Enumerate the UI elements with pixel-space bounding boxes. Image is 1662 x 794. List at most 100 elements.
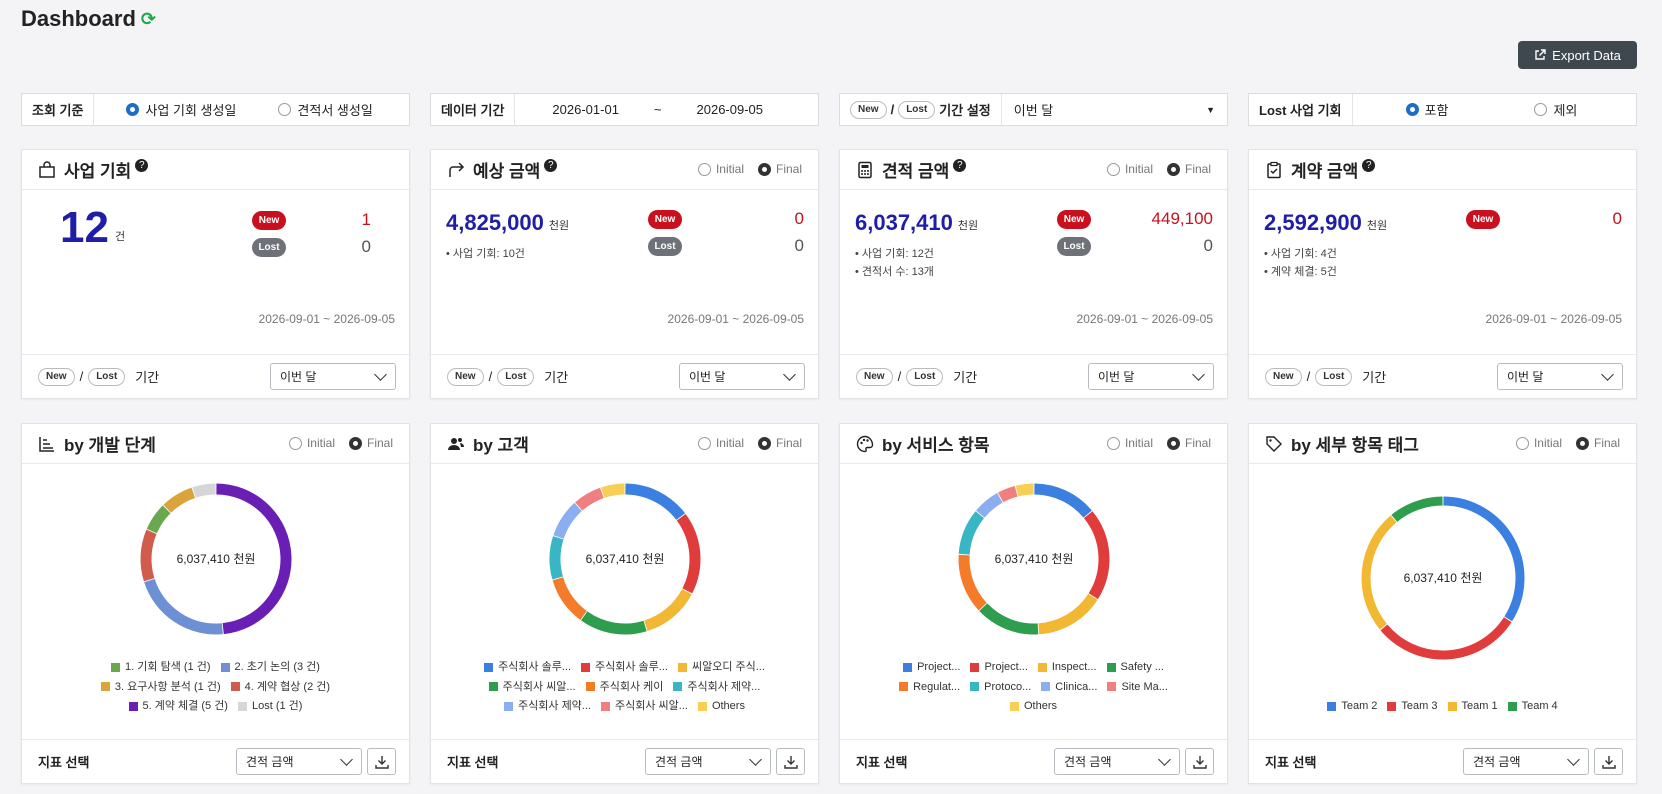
metric-select[interactable]: 견적 금액	[1463, 748, 1589, 775]
legend-item[interactable]: 주식회사 제약...	[504, 697, 591, 715]
initial-radio[interactable]: Initial	[1106, 162, 1153, 176]
final-radio[interactable]: Final	[757, 162, 802, 176]
metric-select[interactable]: 견적 금액	[645, 748, 771, 775]
download-button[interactable]	[776, 748, 805, 775]
period-select[interactable]: 이번 달	[270, 363, 396, 390]
export-data-button[interactable]: Export Data	[1518, 41, 1637, 69]
download-button[interactable]	[1185, 748, 1214, 775]
period-select[interactable]: 이번 달	[679, 363, 805, 390]
legend-item[interactable]: Team 4	[1507, 697, 1558, 715]
metric-select[interactable]: 견적 금액	[236, 748, 362, 775]
legend-item[interactable]: Others	[1009, 697, 1057, 715]
donut-slice[interactable]	[163, 487, 196, 513]
legend-item[interactable]: 주식회사 씨알...	[488, 678, 576, 696]
final-radio[interactable]: Final	[1166, 162, 1211, 176]
donut-slice[interactable]	[1083, 511, 1110, 600]
initial-radio[interactable]: Initial	[1106, 436, 1153, 450]
legend-item[interactable]: Regulat...	[899, 678, 960, 696]
donut-slice[interactable]	[1015, 483, 1034, 497]
help-icon[interactable]: ?	[544, 159, 558, 172]
legend-item[interactable]: Project...	[970, 658, 1028, 676]
donut-slice[interactable]	[140, 529, 157, 582]
period-start-input[interactable]: 2026-01-01	[552, 102, 619, 117]
final-radio[interactable]: Final	[1166, 436, 1211, 450]
help-icon[interactable]: ?	[953, 159, 967, 172]
initial-radio[interactable]: Initial	[697, 162, 744, 176]
criteria-radio-opportunity[interactable]: 사업 기회 생성일	[126, 100, 236, 119]
legend-item[interactable]: 4. 계약 협상 (2 건)	[230, 678, 330, 696]
donut-slice[interactable]	[549, 536, 564, 580]
legend-item[interactable]: Team 3	[1387, 697, 1438, 715]
help-icon[interactable]: ?	[135, 159, 149, 172]
metric-select[interactable]: 견적 금액	[1054, 748, 1180, 775]
donut-slice[interactable]	[553, 502, 582, 539]
donut-slice[interactable]	[1361, 515, 1397, 630]
period-end-input[interactable]: 2026-09-05	[697, 102, 764, 117]
legend-item[interactable]: Clinica...	[1041, 678, 1097, 696]
legend-item[interactable]: Protoco...	[970, 678, 1031, 696]
legend-item[interactable]: Lost (1 건)	[237, 697, 302, 715]
chart-card-dev-stage: by 개발 단계 Initial Final 6,037,410 천원 1. 기…	[21, 423, 410, 784]
donut-slice[interactable]	[580, 611, 647, 635]
final-radio[interactable]: Final	[1575, 436, 1620, 450]
donut-slice[interactable]	[976, 493, 1003, 518]
legend-item[interactable]: 주식회사 씨알...	[600, 697, 688, 715]
initial-radio[interactable]: Initial	[288, 436, 335, 450]
donut-slice[interactable]	[552, 577, 587, 620]
final-radio[interactable]: Final	[757, 436, 802, 450]
kpi-unit: 천원	[957, 220, 979, 232]
legend-item[interactable]: 2. 초기 논의 (3 건)	[220, 658, 320, 676]
donut-slice[interactable]	[192, 483, 216, 498]
kpi-note-text: 사업 기회: 12건	[861, 248, 934, 260]
legend-item[interactable]: 주식회사 케이	[585, 678, 663, 696]
donut-slice[interactable]	[958, 554, 987, 611]
legend-item[interactable]: Inspect...	[1037, 658, 1097, 676]
donut-slice[interactable]	[600, 483, 625, 498]
legend-swatch	[220, 662, 230, 672]
legend-item[interactable]: Team 2	[1327, 697, 1377, 715]
legend-item[interactable]: Team 1	[1447, 697, 1498, 715]
criteria-radio-quote[interactable]: 견적서 생성일	[278, 100, 373, 119]
newlost-period-select[interactable]: 이번 달 ▼	[1002, 94, 1227, 125]
lost-opp-radio-include[interactable]: 포함	[1405, 100, 1448, 119]
donut-slice[interactable]	[998, 485, 1018, 503]
legend-item[interactable]: 씨알오디 주식...	[677, 658, 765, 676]
legend-item[interactable]: Site Ma...	[1107, 678, 1168, 696]
legend-item[interactable]: 주식회사 제약...	[673, 678, 760, 696]
initial-radio[interactable]: Initial	[697, 436, 744, 450]
donut-slice[interactable]	[1034, 483, 1092, 518]
download-button[interactable]	[1594, 748, 1623, 775]
donut-slice[interactable]	[644, 588, 692, 632]
legend-item[interactable]: 주식회사 솔루...	[581, 658, 668, 676]
final-radio[interactable]: Final	[348, 436, 393, 450]
legend-item[interactable]: 5. 계약 체결 (5 건)	[128, 697, 228, 715]
donut-slice[interactable]	[146, 505, 171, 534]
legend-item[interactable]: Project...	[903, 658, 960, 676]
donut-slice[interactable]	[676, 513, 701, 594]
donut-slice[interactable]	[958, 511, 985, 555]
initial-radio[interactable]: Initial	[1515, 436, 1562, 450]
period-select[interactable]: 이번 달	[1088, 363, 1214, 390]
download-button[interactable]	[367, 748, 396, 775]
period-select[interactable]: 이번 달	[1497, 363, 1623, 390]
refresh-icon[interactable]: ⟳	[141, 10, 156, 28]
card-header: 사업 기회 ?	[22, 150, 409, 190]
legend-item[interactable]: 1. 기회 탐색 (1 건)	[111, 658, 211, 676]
donut-slice[interactable]	[979, 603, 1039, 635]
donut-slice[interactable]	[1038, 593, 1098, 635]
legend-item[interactable]: Safety ...	[1106, 658, 1164, 676]
donut-slice[interactable]	[575, 487, 604, 511]
final-label: Final	[775, 162, 802, 176]
help-icon[interactable]: ?	[1362, 159, 1376, 172]
donut-slice[interactable]	[144, 578, 223, 635]
lost-opp-radio-exclude[interactable]: 제외	[1534, 100, 1577, 119]
legend-item[interactable]: 3. 요구사항 분석 (1 건)	[100, 678, 221, 696]
legend-item[interactable]: Others	[697, 697, 745, 715]
donut-slice[interactable]	[625, 483, 686, 521]
legend-row: 1. 기회 탐색 (1 건) 2. 초기 논의 (3 건)	[22, 658, 409, 678]
donut-slice[interactable]	[1380, 617, 1512, 660]
final-label: Final	[1593, 436, 1620, 450]
donut-slice[interactable]	[1391, 496, 1443, 522]
legend-item[interactable]: 주식회사 솔루...	[484, 658, 571, 676]
donut-slice[interactable]	[1443, 496, 1525, 622]
